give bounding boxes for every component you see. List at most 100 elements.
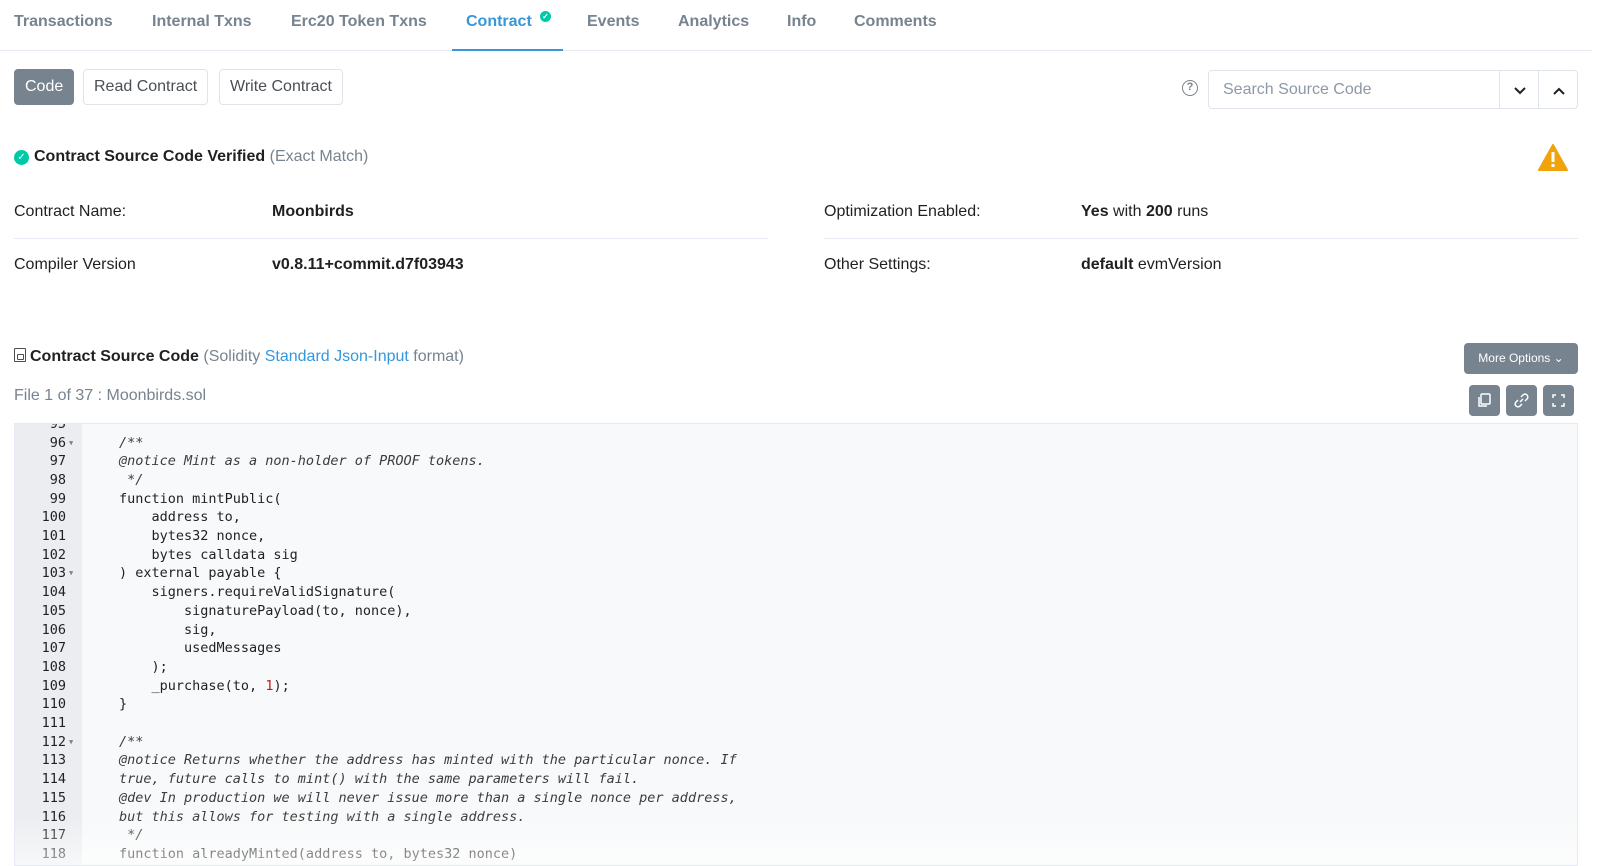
- code-text: */: [119, 827, 144, 844]
- line-number: 113: [41, 752, 66, 769]
- fullscreen-button[interactable]: [1543, 385, 1574, 416]
- copy-button[interactable]: [1469, 385, 1500, 416]
- code-text: true, future calls to mint() with the sa…: [119, 771, 640, 788]
- search-next-button[interactable]: [1499, 71, 1539, 108]
- line-number: 110: [41, 696, 66, 713]
- line-number: 118: [41, 845, 66, 862]
- write-contract-button[interactable]: Write Contract: [219, 69, 343, 105]
- line-number: 97: [49, 453, 66, 470]
- tab-contract[interactable]: Contract ✓: [452, 0, 563, 51]
- code-text: but this allows for testing with a singl…: [119, 808, 526, 825]
- chevron-down-icon: [1513, 86, 1526, 94]
- read-contract-button[interactable]: Read Contract: [83, 69, 209, 105]
- format-prefix: (Solidity: [203, 348, 261, 365]
- line-number: 111: [41, 715, 66, 731]
- code-text: @dev In production we will never issue m…: [119, 789, 737, 806]
- format-suffix: format): [413, 348, 464, 365]
- line-number: 102: [41, 546, 66, 563]
- source-code-heading: Contract Source Code (Solidity Standard …: [14, 348, 464, 366]
- code-text: @notice Returns whether the address has …: [119, 752, 737, 769]
- search-input[interactable]: [1209, 71, 1499, 108]
- tab-erc20-token-txns[interactable]: Erc20 Token Txns: [277, 0, 441, 51]
- optimization-runs-word: runs: [1177, 203, 1209, 220]
- check-circle-icon: ✓: [14, 150, 29, 165]
- tab-info[interactable]: Info: [773, 0, 830, 51]
- file-label: File 1 of 37 : Moonbirds.sol: [14, 387, 207, 404]
- file-code-icon: [14, 348, 26, 362]
- optimization-with: with: [1113, 203, 1142, 220]
- code-text: }: [119, 696, 128, 713]
- tab-transactions[interactable]: Transactions: [0, 0, 127, 51]
- code-text: bytes32 nonce,: [119, 528, 266, 544]
- compiler-version-label: Compiler Version: [14, 256, 136, 273]
- code-text: signaturePayload(to, nonce),: [119, 602, 412, 619]
- line-number: 114: [41, 771, 66, 788]
- code-editor[interactable]: 95 96 ▼/** 97 @notice Mint as a non-holder …: [14, 423, 1578, 866]
- line-number: 104: [41, 584, 66, 601]
- line-number: 96: [49, 434, 66, 451]
- code-text-tail: );: [273, 677, 290, 694]
- fold-arrow-icon[interactable]: ▼: [69, 434, 73, 453]
- optimization-value: Yes with 200 runs: [1081, 203, 1208, 221]
- link-button[interactable]: [1506, 385, 1537, 416]
- chevron-up-icon: [1552, 87, 1565, 95]
- contract-name-label: Contract Name:: [14, 203, 127, 220]
- other-settings-value: default evmVersion: [1081, 256, 1222, 274]
- warning-icon[interactable]: [1538, 144, 1568, 172]
- line-number: 108: [41, 658, 66, 675]
- code-text: signers.requireValidSignature(: [119, 584, 396, 601]
- optimization-label: Optimization Enabled:: [824, 203, 981, 220]
- settings-evm: evmVersion: [1137, 256, 1222, 273]
- line-number: 100: [41, 509, 66, 526]
- code-text: );: [119, 658, 168, 675]
- code-text: sig,: [119, 621, 217, 638]
- more-options-button[interactable]: More Options ⌄: [1464, 343, 1578, 374]
- line-number: 99: [49, 490, 66, 507]
- fold-arrow-icon[interactable]: ▼: [69, 733, 73, 752]
- tab-events[interactable]: Events: [573, 0, 653, 51]
- source-title: Contract Source Code: [30, 348, 199, 365]
- code-button[interactable]: Code: [14, 69, 75, 105]
- contract-name-value: Moonbirds: [272, 203, 354, 221]
- line-number: 115: [41, 789, 66, 806]
- match-label: (Exact Match): [269, 148, 369, 165]
- tab-internal-txns[interactable]: Internal Txns: [138, 0, 266, 51]
- compiler-version-value: v0.8.11+commit.d7f03943: [272, 256, 464, 274]
- line-number: 106: [41, 621, 66, 638]
- line-number: 116: [41, 808, 66, 825]
- optimization-runs: 200: [1145, 203, 1173, 220]
- expand-icon: [1552, 394, 1565, 407]
- divider: [824, 238, 1578, 239]
- line-number: 117: [41, 827, 66, 844]
- verified-check-icon: ✓: [540, 11, 551, 22]
- code-text: function alreadyMinted(address to, bytes…: [119, 845, 518, 862]
- fold-arrow-icon[interactable]: ▼: [69, 564, 73, 583]
- search-prev-button[interactable]: [1538, 71, 1578, 108]
- optimization-yes: Yes: [1081, 203, 1109, 220]
- code-text: function mintPublic(: [119, 490, 282, 507]
- code-text: ) external payable {: [119, 565, 282, 582]
- tab-comments[interactable]: Comments: [840, 0, 951, 51]
- code-text: bytes calldata sig: [119, 546, 298, 563]
- line-number: 109: [41, 677, 66, 694]
- help-icon[interactable]: ?: [1182, 80, 1198, 96]
- verified-heading: ✓ Contract Source Code Verified (Exact Ma…: [14, 148, 368, 166]
- line-number: 98: [49, 471, 66, 488]
- divider: [14, 238, 768, 239]
- settings-default: default: [1081, 256, 1134, 273]
- standard-json-input-link[interactable]: Standard Json-Input: [265, 348, 409, 365]
- line-number: 95: [49, 423, 66, 432]
- code-text: /**: [119, 733, 144, 750]
- link-icon: [1514, 393, 1529, 408]
- code-text: @notice Mint as a non-holder of PROOF to…: [119, 453, 485, 470]
- code-text: _purchase(to, 1);: [119, 677, 290, 694]
- code-text: */: [119, 471, 144, 488]
- compiler-version-text: v0.8.11+commit.d7f03943: [272, 256, 464, 273]
- tab-analytics[interactable]: Analytics: [664, 0, 763, 51]
- contract-name-text: Moonbirds: [272, 203, 354, 220]
- code-text: /**: [119, 434, 144, 451]
- other-settings-label: Other Settings:: [824, 256, 931, 273]
- line-number: 112: [41, 733, 66, 750]
- verified-title: Contract Source Code Verified: [34, 148, 266, 165]
- search-group: [1208, 70, 1578, 109]
